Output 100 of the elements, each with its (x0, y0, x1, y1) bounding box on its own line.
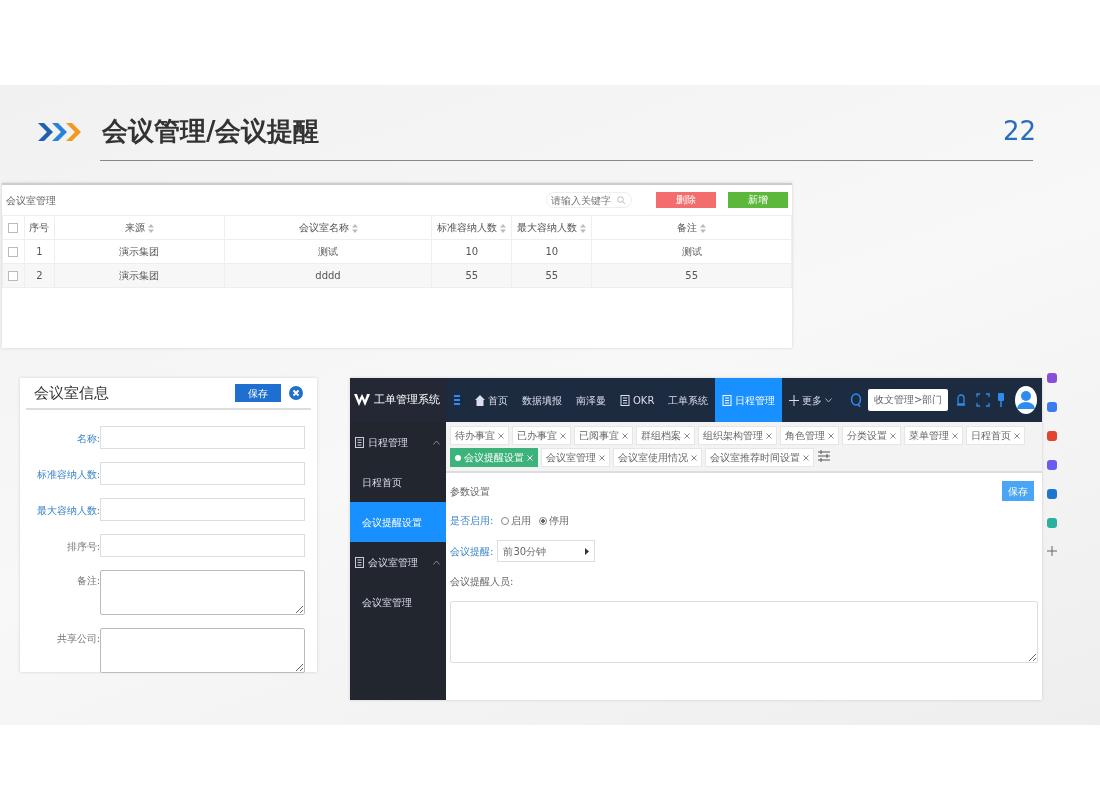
close-icon[interactable] (684, 432, 690, 439)
field-label: 会议提醒: (450, 544, 494, 559)
extension-icon[interactable] (1046, 401, 1058, 413)
sort-icon[interactable] (580, 223, 587, 233)
text-area[interactable] (100, 570, 305, 615)
status-dot-icon (455, 454, 461, 461)
extension-icon[interactable] (1046, 488, 1058, 500)
field-label: 是否启用: (450, 514, 494, 528)
field-label: 名称: (75, 432, 100, 446)
radio-option[interactable]: 停用 (539, 513, 570, 528)
nav-label: 日程管理 (735, 393, 776, 408)
close-icon[interactable] (289, 386, 303, 400)
close-icon[interactable] (622, 432, 628, 439)
close-icon[interactable] (890, 432, 896, 439)
close-icon[interactable] (803, 454, 809, 461)
extension-icon[interactable] (1046, 430, 1058, 442)
radio-option[interactable]: 启用 (501, 513, 532, 528)
document-icon (355, 556, 364, 568)
table-cell: 演示集团 (119, 270, 160, 281)
tab-label: 已办事宜 (517, 429, 557, 443)
tab-settings-icon[interactable] (817, 448, 831, 464)
sidebar-item[interactable]: 会议室管理 (350, 582, 446, 622)
input-field[interactable] (100, 426, 305, 449)
nav-item[interactable]: 首页 (468, 378, 515, 422)
table-cell: 测试 (681, 246, 702, 257)
text-area[interactable] (100, 628, 305, 673)
column-header[interactable]: 标准容纳人数 (431, 215, 512, 240)
close-icon[interactable] (498, 432, 504, 439)
checkbox[interactable] (8, 223, 19, 233)
table-cell: 10 (545, 246, 559, 257)
table-cell: 10 (465, 246, 479, 257)
search-field[interactable]: 收文管理>部门 (868, 389, 948, 411)
tab[interactable]: 组织架构管理 (698, 426, 777, 445)
tab[interactable]: 待办事宜 (450, 426, 509, 445)
close-icon[interactable] (952, 432, 958, 439)
tab[interactable]: 角色管理 (780, 426, 839, 445)
tab-label: 待办事宜 (455, 429, 495, 443)
app-brand: 工单管理系统 (374, 391, 440, 408)
close-icon[interactable] (599, 454, 605, 461)
column-header[interactable]: 序号 (24, 215, 55, 240)
table-cell: 55 (545, 270, 559, 281)
sort-icon[interactable] (147, 223, 154, 233)
extension-icon[interactable] (1046, 517, 1058, 529)
tab[interactable]: 会议室管理 (541, 448, 610, 467)
sidebar-item[interactable]: 日程首页 (350, 462, 446, 502)
column-header[interactable]: 备注 (591, 215, 792, 240)
close-icon[interactable] (560, 432, 566, 439)
tab[interactable]: 分类设置 (842, 426, 901, 445)
nav-label: 首页 (488, 393, 508, 408)
checkbox[interactable] (8, 271, 19, 281)
plus-icon[interactable] (1047, 546, 1057, 556)
nav-item[interactable]: 更多 (782, 378, 840, 422)
caret-icon (825, 397, 833, 403)
input-field[interactable] (100, 534, 305, 557)
tab-label: 会议室推荐时间设置 (710, 451, 800, 465)
extension-icon[interactable] (1046, 372, 1058, 384)
sort-icon[interactable] (700, 223, 707, 233)
input-field[interactable] (100, 498, 305, 521)
column-header[interactable]: 来源 (54, 215, 225, 240)
sidebar-item[interactable]: 日程管理 (350, 422, 446, 462)
field-label: 最大容纳人数: (35, 504, 100, 518)
tab-label: 分类设置 (847, 429, 887, 443)
column-header[interactable]: 会议室名称 (224, 215, 432, 240)
nav-item[interactable]: 南泽曼 (569, 378, 613, 422)
nav-item[interactable]: OKR (613, 378, 662, 422)
sort-icon[interactable] (351, 223, 358, 233)
close-icon[interactable] (691, 454, 697, 461)
close-icon[interactable] (1014, 432, 1020, 439)
tab[interactable]: 会议室使用情况 (613, 448, 702, 467)
checkbox[interactable] (8, 247, 19, 257)
table-cell: dddd (315, 270, 341, 281)
tab[interactable]: 已办事宜 (512, 426, 571, 445)
document-icon (722, 394, 733, 406)
tab-label: 会议提醒设置 (464, 451, 524, 465)
tab[interactable]: 群组档案 (636, 426, 695, 445)
tab[interactable]: 已阅事宜 (574, 426, 633, 445)
field-label: 排序号: (65, 540, 100, 554)
save-button[interactable]: 保存 (235, 384, 281, 402)
field-label: 标准容纳人数: (35, 468, 100, 482)
tab[interactable]: 日程首页 (966, 426, 1025, 445)
select-field[interactable]: 前30分钟 (497, 540, 596, 562)
search-icon[interactable] (850, 393, 862, 407)
sort-icon[interactable] (500, 223, 507, 233)
extension-icon[interactable] (1046, 459, 1058, 471)
close-icon[interactable] (828, 432, 834, 439)
close-icon[interactable] (766, 432, 772, 439)
sidebar-item[interactable]: 会议室管理 (350, 542, 446, 582)
nav-label: 数据填报 (522, 393, 562, 408)
table-cell: 演示集团 (119, 246, 160, 257)
table-cell: 1 (36, 246, 43, 257)
tab[interactable]: 菜单管理 (904, 426, 963, 445)
tab-label: 菜单管理 (909, 429, 949, 443)
input-field[interactable] (100, 462, 305, 485)
tab[interactable]: 会议室推荐时间设置 (705, 448, 814, 467)
avatar-icon[interactable] (1014, 385, 1038, 415)
fullscreen-icon[interactable] (974, 393, 992, 407)
nav-item[interactable]: 数据填报 (515, 378, 569, 422)
column-header[interactable]: 最大容纳人数 (511, 215, 592, 240)
nav-item[interactable]: 工单系统 (661, 378, 716, 422)
logo-icon (354, 394, 370, 406)
